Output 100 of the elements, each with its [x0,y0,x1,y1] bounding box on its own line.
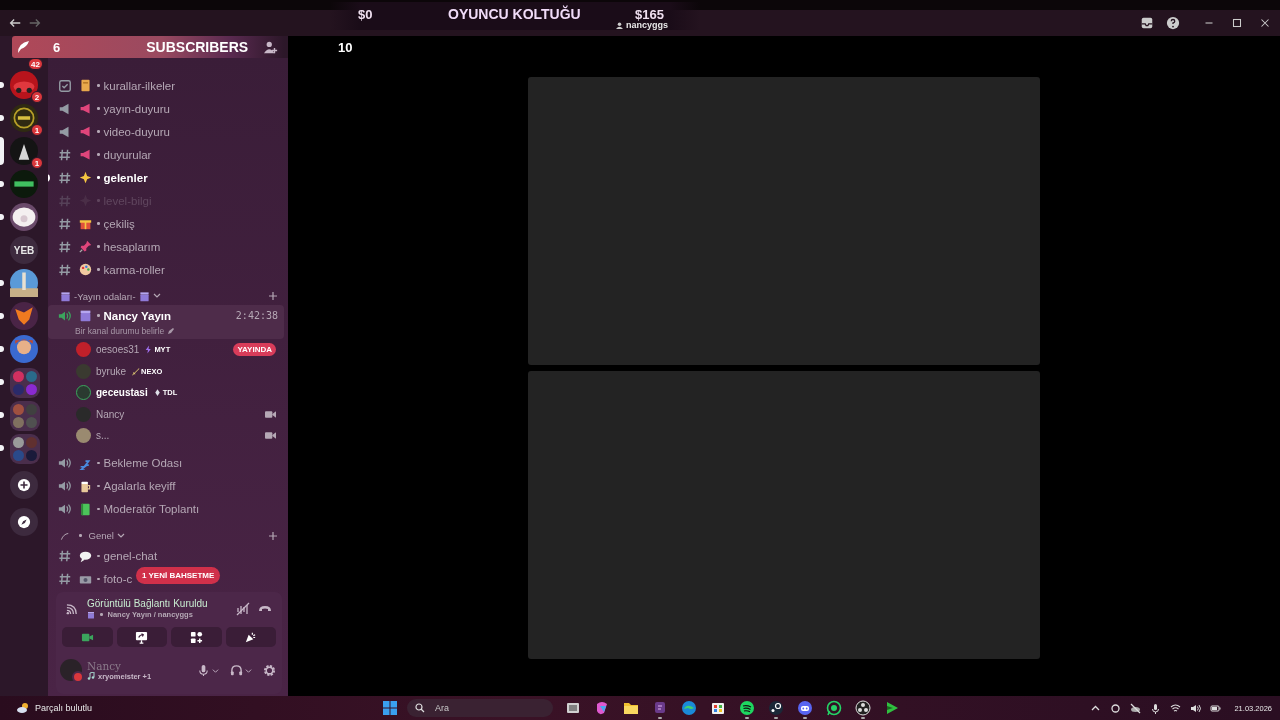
sparkle-icon [79,171,92,184]
phone-bubble-icon[interactable] [826,698,842,718]
channel-name[interactable]: Nancy Yayın [103,309,172,322]
member-name[interactable]: Nancy [96,408,125,420]
explore-button[interactable] [10,508,38,536]
forward-arrow-icon[interactable] [28,16,42,30]
channel-name[interactable]: duyurular [103,148,152,161]
channel-name[interactable]: genel-chat [103,550,158,562]
chevron-icon[interactable] [152,292,161,300]
channel-name[interactable]: Bekleme Odası [103,457,183,469]
inbox-icon[interactable] [1140,16,1154,30]
maximize-icon[interactable] [1230,16,1244,30]
server-icon[interactable] [10,203,38,231]
wifi-icon[interactable] [1170,702,1182,714]
overlay-username: nancyggs [626,20,668,30]
clapper-icon [87,610,95,619]
sword-icon [131,366,140,376]
game-store-icon[interactable] [768,698,784,718]
scroll-icon [79,79,92,92]
server-icon[interactable] [10,170,38,198]
cloud-off-icon[interactable] [1130,702,1142,714]
notification-badge: 1 [31,124,43,136]
server-icon[interactable] [10,302,38,330]
active-voice-channel[interactable]: Nancy Yayın 2:42:38 Bir kanal durumu belirle [48,305,284,339]
channel-status[interactable]: Bir kanal durumu belirle [75,325,165,336]
music-note-icon [87,672,95,680]
server-icon[interactable] [10,137,38,165]
microphone-icon[interactable] [1150,702,1162,714]
member-name[interactable]: geceustasi [96,387,148,399]
member-name[interactable]: s... [96,430,110,442]
chevron-icon[interactable] [116,531,125,540]
battery-icon[interactable] [1210,702,1222,714]
server-icon[interactable] [10,335,38,363]
chevron-icon [212,666,219,674]
browser-icon[interactable] [681,698,697,718]
cup-icon [79,479,92,493]
pin-icon [79,240,92,253]
member-name[interactable]: byruke [96,365,126,377]
camera-button[interactable] [62,627,113,647]
speaker-icon [58,502,72,516]
cloud-sun-icon [16,702,30,714]
avatar[interactable] [76,428,91,444]
search-field[interactable]: Ara [407,699,553,717]
help-icon[interactable] [1166,16,1180,30]
category-name[interactable]: -Yayın odaları- [74,290,136,302]
avatar[interactable] [76,385,91,401]
screen-share-button[interactable] [116,627,167,647]
server-icon[interactable] [10,104,38,132]
server-icon[interactable] [10,269,38,297]
headset-button[interactable] [230,663,252,677]
channel-name[interactable]: Agalarla keyiff [103,480,176,492]
volume-icon[interactable] [1190,702,1202,714]
user-avatar[interactable] [60,659,82,681]
server-folder[interactable] [10,434,40,464]
add-channel-icon[interactable] [268,530,278,541]
subscriber-label: SUBSCRIBERS [146,39,249,55]
channel-name[interactable]: Moderatör Toplantı [103,503,200,515]
notification-badge: 42 [28,58,43,70]
server-folder[interactable] [10,401,40,431]
start-button[interactable] [382,700,398,716]
notification-badge: 2 [31,91,43,103]
activities-button[interactable] [171,627,222,647]
mention-notice[interactable]: 1 YENİ BAHSETME [136,567,221,584]
pencil-icon[interactable] [167,326,176,335]
channel-name[interactable]: video-duyuru [103,125,170,138]
notification-badge: 1 [31,157,43,169]
gamepad-icon[interactable] [797,698,813,718]
noise-suppression-icon[interactable] [236,601,250,616]
settings-button[interactable] [263,663,276,677]
server-folder[interactable] [10,368,40,398]
channel-name[interactable]: yayın-duyuru [103,102,170,115]
channel-name[interactable]: hesaplarım [103,240,161,253]
palette-icon [79,263,92,276]
music-icon[interactable] [739,698,755,718]
ring-icon[interactable] [1110,702,1122,714]
soundboard-button[interactable] [225,627,276,647]
compass-icon [17,515,31,529]
weather-text[interactable]: Parçalı bulutlu [35,703,93,713]
gift-icon [79,217,92,230]
hash-icon [58,147,72,162]
channel-name[interactable]: gelenler [103,171,148,184]
category-name[interactable]: Genel [88,530,114,541]
record-icon[interactable] [855,698,871,718]
back-arrow-icon[interactable] [8,16,22,30]
channel-name[interactable]: karma-roller [103,263,165,276]
add-server-button[interactable] [10,471,38,499]
overlay-title: OYUNCU KOLTUĞU [448,6,581,22]
channel-name[interactable]: kurallar-ilkeler [103,79,176,92]
speech-bubble-icon [79,549,92,563]
hash-icon [58,262,72,277]
channel-name[interactable]: foto-c [103,573,133,585]
member-name[interactable]: oesoes31 [96,344,140,356]
speaker-icon [58,456,72,470]
server-icon[interactable]: YEB [10,236,38,264]
channel-name[interactable]: çekiliş [103,217,135,230]
feather-icon [15,39,31,55]
megaphone-icon [58,101,72,116]
add-channel-icon[interactable] [268,291,278,301]
add-member-icon[interactable] [264,40,278,54]
microphone-button[interactable] [197,663,219,677]
